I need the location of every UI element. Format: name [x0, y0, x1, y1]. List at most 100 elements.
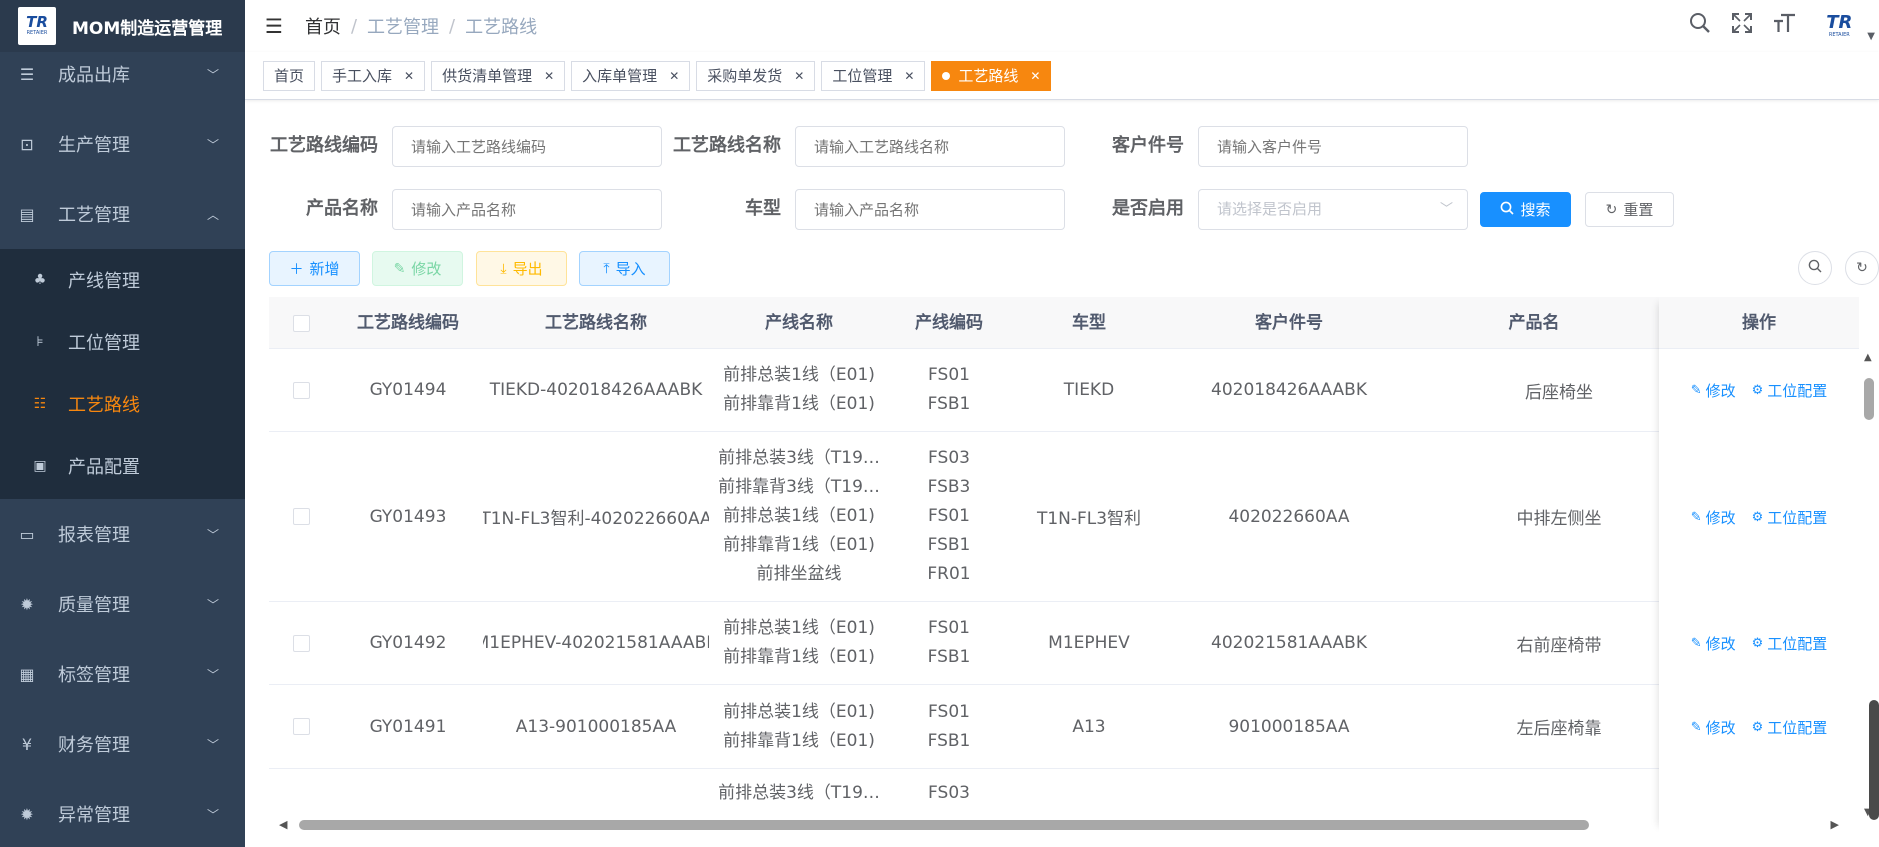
row-config-link[interactable]: ⚙ 工位配置	[1752, 633, 1828, 654]
close-icon[interactable]: ✕	[404, 69, 414, 83]
row-actions: ✎ 修改 ⚙ 工位配置	[1659, 685, 1859, 769]
row-edit-link[interactable]: ✎ 修改	[1691, 507, 1736, 528]
header-route-code: 工艺路线编码	[357, 313, 459, 333]
sidebar-subitem-product-config[interactable]: ▣ 产品配置	[0, 435, 245, 497]
sidebar-item-finished-goods[interactable]: ☰ 成品出库 ﹀	[0, 45, 245, 103]
tag-purchase-delivery[interactable]: 采购单发货 ✕	[696, 60, 816, 91]
sidebar-item-report[interactable]: ▭ 报表管理 ﹀	[0, 505, 245, 563]
cell-customer-part: 402022660AA	[1228, 506, 1350, 527]
row-checkbox[interactable]	[292, 718, 310, 735]
reset-button[interactable]: ↻ 重置	[1585, 192, 1674, 227]
product-name-input[interactable]	[392, 189, 662, 230]
sidebar-item-production[interactable]: ⊡ 生产管理 ﹀	[0, 115, 245, 173]
refresh-button[interactable]: ↻	[1845, 251, 1879, 285]
horizontal-scrollbar[interactable]: ◀ ▶	[269, 816, 1849, 834]
tag-inbound-order[interactable]: 入库单管理 ✕	[571, 60, 691, 91]
station-icon: ⊧	[36, 334, 44, 350]
row-checkbox[interactable]	[292, 381, 310, 399]
avatar[interactable]: TR RETAIER	[1817, 6, 1861, 46]
tag-manual-inbound[interactable]: 手工入库 ✕	[321, 60, 426, 91]
add-button[interactable]: ＋ 新增	[269, 251, 360, 286]
sidebar-subitem-station[interactable]: ⊧ 工位管理	[0, 311, 245, 373]
sidebar-subitem-route[interactable]: ☷ 工艺路线	[0, 373, 245, 435]
route-code-input[interactable]	[392, 126, 662, 167]
sidebar-item-finance[interactable]: ¥ 财务管理 ﹀	[0, 715, 245, 773]
tag-station-management[interactable]: 工位管理 ✕	[821, 60, 926, 91]
row-actions: ✎ 修改 ⚙ 工位配置	[1659, 602, 1859, 685]
close-icon[interactable]: ✕	[544, 69, 554, 83]
scroll-right-icon[interactable]: ▶	[1831, 818, 1839, 831]
tag-supply-list[interactable]: 供货清单管理 ✕	[431, 60, 566, 91]
vehicle-input[interactable]	[795, 189, 1065, 230]
product-name-label: 产品名称	[306, 198, 378, 219]
header-route-name: 工艺路线名称	[545, 313, 647, 333]
close-icon[interactable]: ✕	[669, 69, 679, 83]
bug-icon: ✹	[20, 804, 34, 824]
breadcrumb-home[interactable]: 首页	[305, 13, 341, 39]
row-checkbox[interactable]	[292, 508, 310, 525]
search-icon[interactable]	[1689, 12, 1711, 40]
download-icon: ⤓	[500, 260, 507, 277]
fullscreen-icon[interactable]	[1731, 12, 1753, 40]
chevron-down-icon: ﹀	[206, 667, 219, 682]
hamburger-icon[interactable]: ☰	[265, 14, 283, 38]
sidebar-item-process[interactable]: ▤ 工艺管理 ︿	[0, 185, 245, 243]
table-row[interactable]: GY01492 M1EPHEV-402021581AAABK 前排总装1线（E0…	[269, 602, 1859, 685]
row-config-link[interactable]: ⚙ 工位配置	[1752, 380, 1828, 401]
scroll-up-icon[interactable]: ▲	[1864, 352, 1872, 363]
cell-route-name: A13-901000185AA	[515, 716, 677, 737]
row-actions: ✎ 修改 ⚙ 工位配置	[1659, 432, 1859, 602]
close-icon[interactable]: ✕	[1030, 69, 1040, 83]
gear-icon: ⚙	[1751, 383, 1764, 398]
app-logo[interactable]: TR RETAIER	[18, 7, 56, 45]
edit-icon: ✎	[1690, 719, 1702, 735]
chevron-up-icon: ︿	[206, 207, 219, 222]
image-icon: ▣	[33, 458, 47, 474]
row-checkbox[interactable]	[292, 634, 310, 652]
select-all-checkbox[interactable]	[292, 314, 310, 332]
chevron-down-icon: ﹀	[206, 737, 219, 752]
sidebar: ☰ 成品出库 ﹀ ⊡ 生产管理 ﹀ ▤ 工艺管理 ︿ ♣ 产线管理 ⊧ 工位管理…	[0, 0, 245, 847]
app-title: MOM制造运营管理	[72, 18, 223, 39]
row-config-link[interactable]: ⚙ 工位配置	[1752, 507, 1828, 528]
export-button[interactable]: ⤓ 导出	[476, 251, 567, 286]
sidebar-item-label[interactable]: ▦ 标签管理 ﹀	[0, 645, 245, 703]
cell-line-codes: FS03 FSB3 FS01 FSB1 FR01	[927, 448, 971, 584]
close-icon[interactable]: ✕	[904, 69, 914, 83]
table-row[interactable]: GY01494 TIEKD-402018426AAABK 前排总装1线（E01)…	[269, 349, 1859, 432]
cell-vehicle: TIEKD	[1063, 380, 1115, 400]
close-icon[interactable]: ✕	[794, 69, 804, 83]
toggle-search-button[interactable]	[1798, 251, 1832, 285]
font-size-icon[interactable]	[1773, 12, 1797, 40]
sidebar-item-exception[interactable]: ✹ 异常管理 ﹀	[0, 785, 245, 843]
cell-route-code: GY01492	[369, 633, 447, 653]
cell-line-names: 前排总装1线（E01) 前排靠背1线（E01)	[723, 618, 875, 667]
edit-button[interactable]: ✎ 修改	[372, 251, 463, 286]
customer-part-input[interactable]	[1198, 126, 1468, 167]
search-button[interactable]: 搜索	[1480, 192, 1571, 227]
sidebar-item-quality[interactable]: ✹ 质量管理 ﹀	[0, 575, 245, 633]
route-name-input[interactable]	[795, 126, 1065, 167]
scroll-left-icon[interactable]: ◀	[279, 818, 287, 831]
table-row[interactable]: GY01491 A13-901000185AA 前排总装1线（E01) 前排靠背…	[269, 685, 1859, 769]
route-icon: ☷	[33, 396, 47, 412]
page-scroll-thumb[interactable]	[1869, 700, 1879, 820]
navbar: ☰ 首页 / 工艺管理 / 工艺路线 TR RETAIER ▼	[245, 0, 1879, 52]
cell-line-names: 前排总装1线（E01) 前排靠背1线（E01)	[723, 365, 875, 414]
row-config-link[interactable]: ⚙ 工位配置	[1752, 717, 1828, 738]
sidebar-subitem-line[interactable]: ♣ 产线管理	[0, 249, 245, 311]
gear-icon: ⚙	[1751, 509, 1764, 525]
tag-process-route[interactable]: 工艺路线 ✕	[931, 60, 1052, 91]
vertical-scroll-thumb[interactable]	[1864, 378, 1874, 420]
row-edit-link[interactable]: ✎ 修改	[1691, 717, 1736, 738]
row-edit-link[interactable]: ✎ 修改	[1691, 380, 1736, 401]
tag-home[interactable]: 首页	[263, 60, 316, 91]
table-row[interactable]: GY01493 T1N-FL3智利-402022660AA 前排总装3线（T19…	[269, 432, 1859, 602]
import-button[interactable]: ⤒ 导入	[579, 251, 670, 286]
caret-down-icon[interactable]: ▼	[1867, 31, 1875, 42]
enabled-select[interactable]: 请选择是否启用 ﹀	[1198, 189, 1468, 230]
breadcrumb: 首页 / 工艺管理 / 工艺路线	[305, 13, 537, 39]
enabled-label: 是否启用	[1112, 198, 1184, 219]
horizontal-scroll-thumb[interactable]	[299, 820, 1589, 830]
row-edit-link[interactable]: ✎ 修改	[1691, 633, 1736, 654]
